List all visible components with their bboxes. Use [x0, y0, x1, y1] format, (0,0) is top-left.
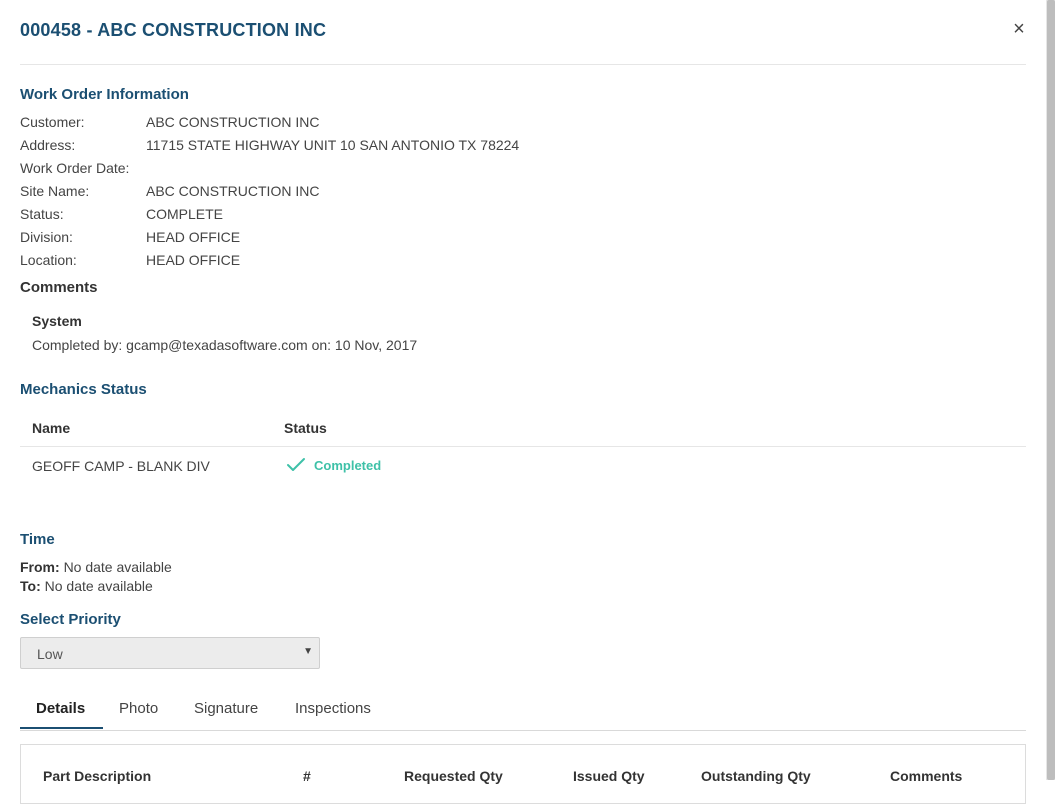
- comment-text: Completed by: gcamp@texadasoftware.com o…: [32, 337, 418, 353]
- check-icon: [287, 458, 305, 471]
- priority-select-value: Low: [37, 646, 63, 662]
- time-from-label: From:: [20, 559, 60, 575]
- detail-tabs: Details Photo Signature Inspections: [20, 693, 1026, 731]
- time-from-value: No date available: [63, 559, 172, 575]
- time-from: From: No date available: [20, 559, 172, 575]
- parts-table: Part Description # Requested Qty Issued …: [20, 744, 1026, 804]
- comment-author: System: [32, 313, 82, 329]
- site-name-value: ABC CONSTRUCTION INC: [146, 183, 320, 199]
- location-value: HEAD OFFICE: [146, 252, 241, 268]
- division-label: Division:: [20, 229, 73, 245]
- scrollbar-thumb[interactable]: [1047, 0, 1055, 780]
- priority-select[interactable]: Low ▼: [20, 637, 320, 669]
- active-tab-indicator: [20, 727, 103, 729]
- status-label: Status:: [20, 206, 64, 222]
- tab-photo[interactable]: Photo: [119, 700, 158, 717]
- modal-title: 000458 - ABC CONSTRUCTION INC: [20, 20, 327, 40]
- mechanics-status-title: Mechanics Status: [20, 381, 147, 398]
- site-name-label: Site Name:: [20, 183, 90, 199]
- tab-details[interactable]: Details: [36, 700, 85, 717]
- location-label: Location:: [20, 252, 77, 268]
- dropdown-arrow-icon: ▼: [303, 646, 313, 657]
- parts-header-requested-qty: Requested Qty: [404, 768, 503, 784]
- mechanics-status-header: Status: [284, 420, 327, 436]
- comments-title: Comments: [20, 279, 98, 296]
- mechanic-status-text: Completed: [314, 457, 382, 473]
- customer-value: ABC CONSTRUCTION INC: [146, 114, 320, 130]
- division-value: HEAD OFFICE: [146, 229, 241, 245]
- tab-inspections[interactable]: Inspections: [295, 700, 371, 717]
- time-to: To: No date available: [20, 578, 153, 594]
- status-value: COMPLETE: [146, 206, 224, 222]
- address-label: Address:: [20, 137, 76, 153]
- select-priority-title: Select Priority: [20, 611, 121, 628]
- time-title: Time: [20, 531, 55, 548]
- tab-signature[interactable]: Signature: [194, 700, 258, 717]
- work-order-date-label: Work Order Date:: [20, 160, 130, 176]
- mechanic-name: GEOFF CAMP - BLANK DIV: [32, 458, 210, 474]
- close-button[interactable]: ×: [1010, 18, 1028, 40]
- parts-header-comments: Comments: [890, 768, 963, 784]
- header-divider: [20, 64, 1026, 65]
- work-order-modal: 000458 - ABC CONSTRUCTION INC × Work Ord…: [0, 0, 1046, 804]
- time-to-label: To:: [20, 578, 41, 594]
- customer-label: Customer:: [20, 114, 85, 130]
- mechanic-status: Completed: [286, 456, 381, 474]
- parts-header-description: Part Description: [43, 768, 152, 784]
- work-order-info-title: Work Order Information: [20, 86, 189, 103]
- parts-header-issued-qty: Issued Qty: [573, 768, 645, 784]
- parts-header-number: #: [303, 768, 311, 784]
- mechanics-header-divider: [20, 446, 1026, 447]
- address-value: 11715 STATE HIGHWAY UNIT 10 SAN ANTONIO …: [146, 137, 520, 153]
- parts-header-outstanding-qty: Outstanding Qty: [701, 768, 811, 784]
- mechanics-name-header: Name: [32, 420, 71, 436]
- time-to-value: No date available: [44, 578, 153, 594]
